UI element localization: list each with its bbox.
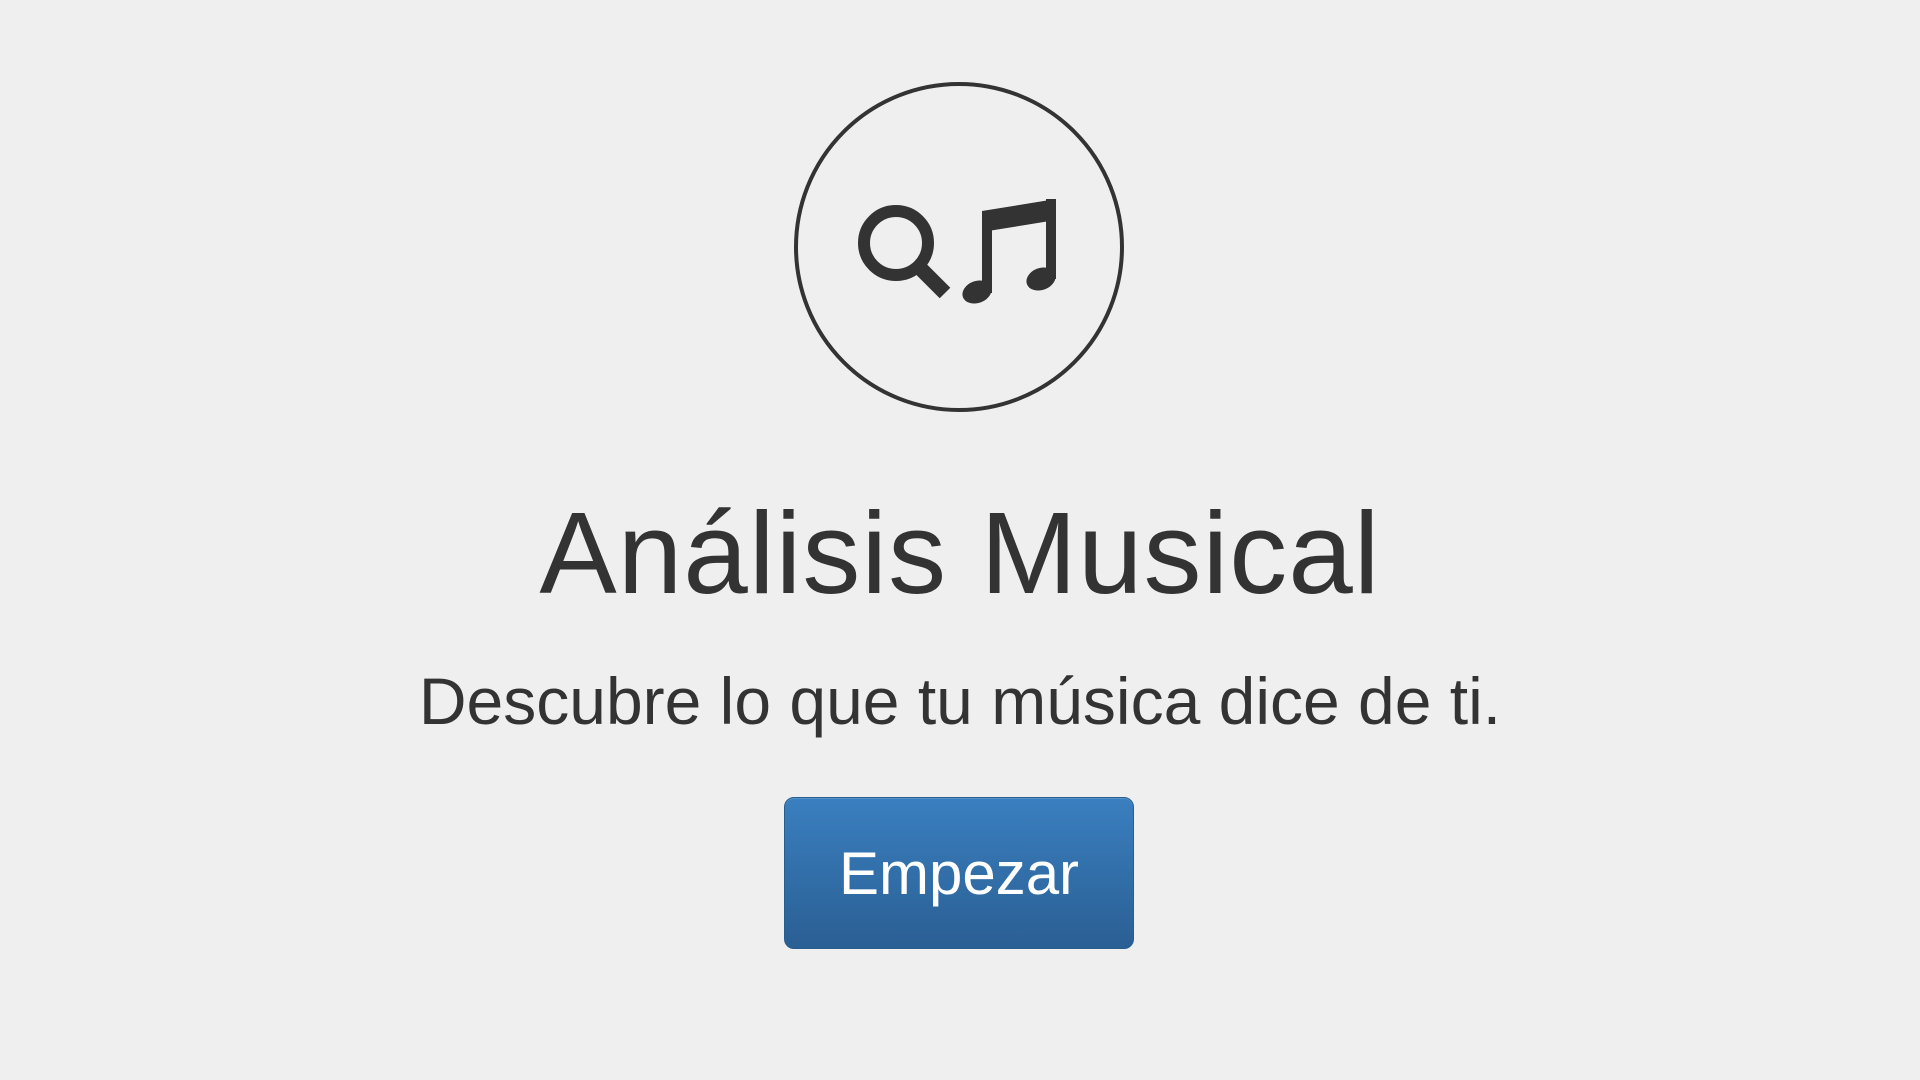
search-icon xyxy=(858,205,951,299)
page-subtitle: Descubre lo que tu música dice de ti. xyxy=(418,664,1502,738)
app-logo xyxy=(794,82,1124,412)
start-button[interactable]: Empezar xyxy=(784,797,1134,949)
logo-graphic xyxy=(858,199,1056,304)
page-title: Análisis Musical xyxy=(539,488,1381,618)
music-note-icon xyxy=(962,199,1056,304)
